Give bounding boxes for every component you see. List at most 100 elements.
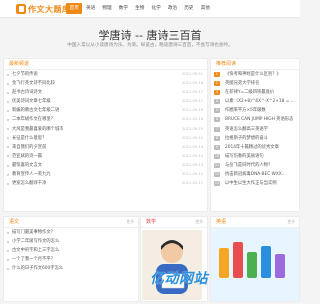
nav-item-physics[interactable]: 物理 [99,3,115,14]
bullet-icon [7,182,9,185]
category-header: 英语 更多 [211,217,299,228]
nav-item-politics[interactable]: 政治 [164,3,180,14]
category-item-title[interactable]: 描写门最美事物作文？ [12,228,130,237]
latest-item-title[interactable]: 教育宣传人一英九九 [12,170,90,179]
student-photo [142,230,202,300]
category-item[interactable]: 小学二年级写作文的怎么 [4,237,138,246]
latest-item[interactable]: 七夕节的传说 2021-09-21 [4,70,207,79]
rank-badge: 11 [214,162,220,168]
ranking-item-title[interactable]: 《快考和神经是什么区别？》 [225,70,299,79]
latest-item-title[interactable]: 新编的教古文七年级二语 [12,106,90,115]
ranking-item-title[interactable]: 与岳飞是同时代的人物？ [225,161,299,170]
latest-item[interactable]: 优美诗词文章七年级 2021-09-17 [4,97,207,106]
latest-item-title[interactable]: 长征是什么意思？ [12,134,90,143]
more-link[interactable]: 更多 [126,217,134,227]
ranking-item[interactable]: 13 以中生以生大作正与当实例 [211,179,299,188]
ranking-item-title[interactable]: BRUCE CAN JUMP HIGH 英语形态 [225,115,299,124]
ranking-item-title[interactable]: 抗击新冠病毒DNA-BEC WXX... [225,170,299,179]
bullet-icon [7,267,9,270]
latest-item-title[interactable]: 金飞行英文诗不同比较 [12,79,90,88]
latest-item-date: 2021-09-12 [182,172,203,177]
nav-item-english[interactable]: 英语 [82,3,98,14]
more-link[interactable]: 更多 [287,217,295,227]
child-image [142,230,202,300]
latest-item[interactable]: 来自我们的夕宣前 2021-09-14 [4,143,207,152]
ranking-panel: 推荐阅读 1 《快考和神经是什么区别？》 2 英國兄弟大学排名 3 在菲律Y=二级四项最底… [210,58,300,212]
english-banner[interactable] [211,228,299,301]
ranking-item[interactable]: 10 描写伤春的美丽语句 [211,152,299,161]
latest-item[interactable]: 大风是我最喜爱的哪个城市 2021-09-15 [4,125,207,134]
ranking-item[interactable]: 6 BRUCE CAN JUMP HIGH 英语形态 [211,115,299,124]
latest-item-title[interactable]: 二本年级作文在哪里？ [12,115,90,124]
category-item-title[interactable]: 小学二年级写作文的怎么 [12,237,130,246]
latest-item[interactable]: 长征是什么意思？ 2021-09-15 [4,134,207,143]
category-item[interactable]: 什么的日子作文600字怎么 [4,264,138,273]
nav-item-history[interactable]: 历史 [181,3,197,14]
latest-item-title[interactable]: 赵书古诗词诗文 [12,88,90,97]
latest-item[interactable]: 新编的教古文七年级二语 2021-09-16 [4,106,207,115]
rank-badge: 1 [214,72,220,77]
ranking-item[interactable]: 5 作圈来平方×5年级数 [211,106,299,115]
nav-item-chemistry[interactable]: 化学 [148,3,164,14]
latest-item-date: 2021-09-17 [182,99,203,104]
nav-item-other[interactable]: 其他 [197,3,213,14]
bullet-icon [7,82,9,85]
latest-item[interactable]: 教育宣传人一英九九 2021-09-12 [4,170,207,179]
nav-item-home[interactable]: 首页 [66,3,83,14]
latest-item-title[interactable]: 优美诗词文章七年级 [12,97,90,106]
ranking-item-title[interactable]: 拉格斯子的梦想的奋斗 [225,134,299,143]
ranking-item[interactable]: 12 抗击新冠病毒DNA-BEC WXX... [211,170,299,179]
nav-item-biology[interactable]: 生物 [132,3,148,14]
rank-badge: 13 [214,181,220,187]
ranking-item-title[interactable]: 描写伤春的美丽语句 [225,152,299,161]
site-logo[interactable]: 作文大题库 [16,3,71,15]
category-item[interactable]: 古文中的字和上三字怎么 [4,246,138,255]
latest-item-title[interactable]: 大风是我最喜爱的哪个城市 [12,125,90,134]
latest-item-date: 2021-09-18 [182,81,203,86]
category-item-title[interactable]: 什么的日子作文600字怎么 [12,264,130,273]
latest-item[interactable]: 金飞行英文诗不同比较 2021-09-18 [4,79,207,88]
latest-item[interactable]: 最惊喜的文言文 2021-09-13 [4,161,207,170]
ranking-item-title[interactable]: 作圈来平方×5年级数 [225,106,299,115]
bullet-icon [7,146,9,149]
category-item-title[interactable]: 一个了我一个月不平？ [12,255,130,264]
latest-item[interactable]: 赵书古诗词诗文 2021-09-17 [4,88,207,97]
ranking-item[interactable]: 9 2014年十篇精过的优秀文章 [211,143,299,152]
latest-item[interactable]: 更宽怎么翻译干净 2021-09-12 [4,179,207,188]
ranking-item[interactable]: 7 英语怎么翻高三英语学 [211,125,299,134]
ranking-item[interactable]: 3 在菲律Y=二级四项最底价 [211,88,299,97]
latest-item[interactable]: 范亚斌的诗一篇 2021-09-14 [4,152,207,161]
ranking-item[interactable]: 4 以素: (X2+8)^6X^-X^2+18 = ... [211,97,299,106]
latest-item-title[interactable]: 更宽怎么翻译干净 [12,179,90,188]
ranking-item[interactable]: 8 拉格斯子的梦想的奋斗 [211,134,299,143]
category-title: 英语 [216,219,227,225]
ranking-item[interactable]: 11 与岳飞是同时代的人物？ [211,161,299,170]
latest-item-date: 2021-09-17 [182,90,203,95]
latest-item-date: 2021-09-15 [182,135,203,140]
latest-list: 七夕节的传说 2021-09-21 金飞行英文诗不同比较 2021-09-18 赵书古诗… [4,70,207,188]
bullet-icon [7,164,9,167]
category-item[interactable]: 描写门最美事物作文？ [4,228,138,237]
rank-badge: 3 [214,90,220,96]
ranking-item-title[interactable]: 以素: (X2+8)^6X^-X^2+18 = ... [225,97,299,106]
ranking-item-title[interactable]: 以中生以生大作正与当实例 [225,179,299,188]
ranking-item-title[interactable]: 英语怎么翻高三英语学 [225,125,299,134]
nav-item-math[interactable]: 数学 [115,3,131,14]
ranking-item-title[interactable]: 英國兄弟大学排名 [225,79,299,88]
ranking-item[interactable]: 2 英國兄弟大学排名 [211,79,299,88]
latest-item-title[interactable]: 来自我们的夕宣前 [12,143,90,152]
latest-item-title[interactable]: 范亚斌的诗一篇 [12,152,90,161]
latest-item-date: 2021-09-15 [182,126,203,131]
more-link[interactable]: 更多 [195,217,203,227]
latest-item-title[interactable]: 最惊喜的文言文 [12,161,90,170]
ranking-item-title[interactable]: 2014年十篇精过的优秀文章 [225,143,299,152]
top-bar: 作文大题库 首页 英语 物理 数学 生物 化学 政治 历史 其他 [0,0,300,18]
latest-item[interactable]: 二本年级作文在哪里？ 2021-09-16 [4,115,207,124]
category-item[interactable]: 一个了我一个月不平？ [4,255,138,264]
ranking-item[interactable]: 1 《快考和神经是什么区别？》 [211,70,299,79]
category-item-title[interactable]: 古文中的字和上三字怎么 [12,246,130,255]
category-title: 数学 [146,219,157,225]
rank-badge: 4 [214,99,220,105]
latest-item-title[interactable]: 七夕节的传说 [12,70,90,79]
ranking-item-title[interactable]: 在菲律Y=二级四项最底价 [225,88,299,97]
